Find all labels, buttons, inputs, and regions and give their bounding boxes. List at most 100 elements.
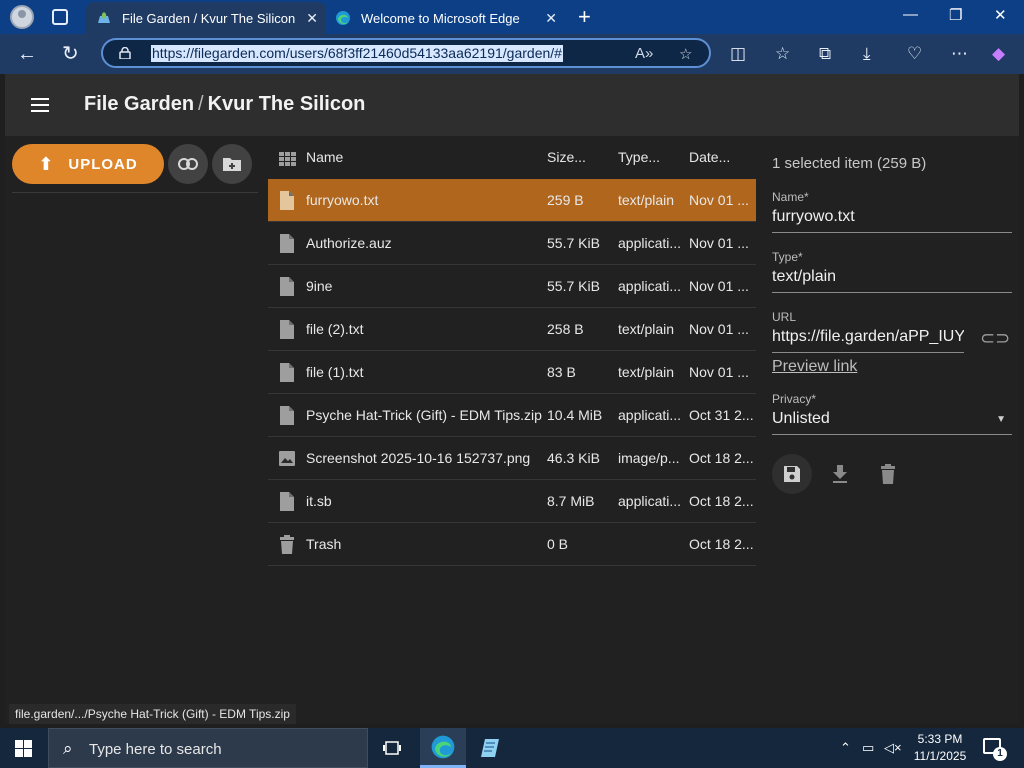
favorite-star-icon[interactable]: ☆	[679, 45, 692, 63]
trash-icon	[881, 464, 895, 484]
notification-badge: 1	[993, 747, 1007, 761]
upload-icon: ⬆	[38, 153, 55, 174]
hamburger-menu-icon[interactable]	[31, 98, 49, 112]
taskbar: ⌕ Type here to search ⌃ ▭ ◁× 5:33 PM 11/…	[0, 728, 1024, 768]
profile-avatar-icon[interactable]	[10, 5, 34, 29]
show-hidden-icons-icon[interactable]: ⌃	[840, 740, 851, 756]
column-header-type[interactable]: Type...	[618, 149, 684, 165]
file-row[interactable]: Screenshot 2025-10-16 152737.png 46.3 KiB…	[268, 437, 756, 480]
file-date: Oct 18 2...	[689, 493, 754, 509]
file-type: image/p...	[618, 450, 680, 466]
lock-icon	[119, 47, 131, 59]
add-link-button[interactable]	[168, 144, 208, 184]
file-type: applicati...	[618, 493, 682, 509]
taskbar-clock[interactable]: 5:33 PM 11/1/2025	[910, 731, 970, 765]
divider	[12, 192, 258, 193]
column-header-size[interactable]: Size...	[547, 149, 613, 165]
favorites-icon[interactable]: ☆	[775, 44, 790, 64]
browser-essentials-icon[interactable]: ♡	[907, 44, 922, 64]
file-date: Nov 01 ...	[689, 235, 749, 251]
preview-link[interactable]: Preview link	[772, 358, 857, 376]
copy-link-icon[interactable]: ⊂⊃	[980, 328, 1010, 349]
page-title: File Garden / Kvur The Silicon	[84, 93, 365, 116]
url-text[interactable]: https://filegarden.com/users/68f3ff21460…	[151, 45, 563, 62]
task-view-icon[interactable]	[369, 728, 415, 768]
file-name: Psyche Hat-Trick (Gift) - EDM Tips.zip	[306, 407, 542, 423]
clock-time: 5:33 PM	[917, 732, 963, 746]
file-icon	[280, 492, 294, 511]
downloads-icon[interactable]: ⤓	[863, 44, 871, 64]
name-field-value[interactable]: furryowo.txt	[772, 208, 1012, 233]
copilot-icon[interactable]: ◆	[992, 44, 1005, 64]
file-type: applicati...	[618, 235, 682, 251]
volume-muted-icon[interactable]: ◁×	[884, 740, 902, 756]
browser-window: File Garden / Kvur The Silicon ✕ Welcome…	[0, 0, 1024, 728]
dropdown-arrow-icon[interactable]: ▼	[996, 414, 1006, 425]
column-header-date[interactable]: Date...	[689, 149, 755, 165]
refresh-icon[interactable]: ↻	[62, 43, 79, 65]
file-row[interactable]: furryowo.txt 259 B text/plain Nov 01 ...	[268, 179, 756, 222]
file-type: applicati...	[618, 278, 682, 294]
left-panel: ⬆ UPLOAD	[5, 136, 258, 724]
web-page: File Garden/Kvur The Silicon ⬆ UPLOAD	[5, 74, 1019, 724]
type-field-value[interactable]: text/plain	[772, 268, 1012, 293]
file-row[interactable]: 9ine 55.7 KiB applicati... Nov 01 ...	[268, 265, 756, 308]
close-tab-icon[interactable]: ✕	[545, 10, 557, 27]
title-separator: /	[198, 93, 204, 115]
restore-icon[interactable]: ❐	[949, 6, 962, 24]
edge-taskbar-icon[interactable]	[420, 728, 466, 768]
taskbar-search-box[interactable]: ⌕ Type here to search	[48, 728, 368, 768]
file-name: it.sb	[306, 493, 332, 509]
name-field[interactable]: Name* furryowo.txt	[772, 190, 1012, 233]
file-size: 55.7 KiB	[547, 278, 600, 294]
file-rows: furryowo.txt 259 Btext/plain Nov 01 ... Aut…	[268, 179, 756, 566]
file-row[interactable]: file (1).txt 83 B text/plain Nov 01 ...	[268, 351, 756, 394]
file-size: 259 B	[547, 192, 584, 208]
privacy-field-value[interactable]: Unlisted	[772, 410, 1012, 435]
tab-title: File Garden / Kvur The Silicon	[122, 10, 296, 26]
collections-icon[interactable]: ⧉	[819, 44, 831, 64]
file-size: 10.4 MiB	[547, 407, 603, 423]
minimize-icon[interactable]: —	[903, 6, 918, 23]
tab-actions-icon[interactable]	[52, 9, 68, 25]
save-button[interactable]	[772, 454, 812, 494]
delete-button[interactable]	[868, 454, 908, 494]
file-name: Trash	[306, 536, 342, 552]
address-bar[interactable]: https://filegarden.com/users/68f3ff21460…	[101, 38, 711, 68]
file-list: Name Size... Type... Date... furryowo.tx…	[268, 136, 756, 724]
tab-file-garden[interactable]: File Garden / Kvur The Silicon ✕	[86, 2, 326, 34]
file-row[interactable]: Psyche Hat-Trick (Gift) - EDM Tips.zip 10…	[268, 394, 756, 437]
notepad-taskbar-icon[interactable]	[468, 728, 514, 768]
file-type: text/plain	[618, 321, 675, 337]
privacy-select[interactable]: Privacy* Unlisted ▼	[772, 392, 1012, 435]
url-field[interactable]: URL https://file.garden/aPP_IUY	[772, 310, 964, 353]
network-icon[interactable]: ▭	[862, 740, 874, 756]
tab-microsoft-edge[interactable]: Welcome to Microsoft Edge ✕	[325, 2, 565, 34]
file-row[interactable]: Trash 0 B Oct 18 2...	[268, 523, 756, 566]
new-folder-button[interactable]	[212, 144, 252, 184]
file-date: Nov 01 ...	[689, 364, 749, 380]
split-screen-icon[interactable]: ◫	[730, 44, 746, 64]
close-tab-icon[interactable]: ✕	[306, 10, 318, 27]
file-row[interactable]: file (2).txt 258 B text/plain Nov 01 ...	[268, 308, 756, 351]
file-icon	[280, 234, 294, 253]
type-field[interactable]: Type* text/plain	[772, 250, 1012, 293]
site-name[interactable]: File Garden	[84, 93, 194, 115]
file-row[interactable]: it.sb 8.7 MiB applicati... Oct 18 2...	[268, 480, 756, 523]
select-all-grid-icon[interactable]	[279, 152, 297, 166]
trash-icon	[280, 535, 294, 554]
back-icon[interactable]: ←	[17, 43, 37, 65]
file-row[interactable]: Authorize.auz 55.7 KiB applicati... Nov 01 …	[268, 222, 756, 265]
new-tab-icon[interactable]: +	[578, 4, 591, 30]
file-icon	[280, 320, 294, 339]
windows-start-icon[interactable]	[15, 740, 32, 757]
upload-button[interactable]: ⬆ UPLOAD	[12, 144, 164, 184]
file-size: 83 B	[547, 364, 576, 380]
close-window-icon[interactable]: ✕	[994, 6, 1007, 24]
read-aloud-icon[interactable]: A»	[635, 45, 653, 62]
more-options-icon[interactable]: ⋯	[951, 44, 968, 64]
download-button[interactable]	[820, 454, 860, 494]
url-field-value[interactable]: https://file.garden/aPP_IUY	[772, 328, 964, 353]
file-icon	[280, 277, 294, 296]
column-header-name[interactable]: Name	[306, 149, 536, 165]
